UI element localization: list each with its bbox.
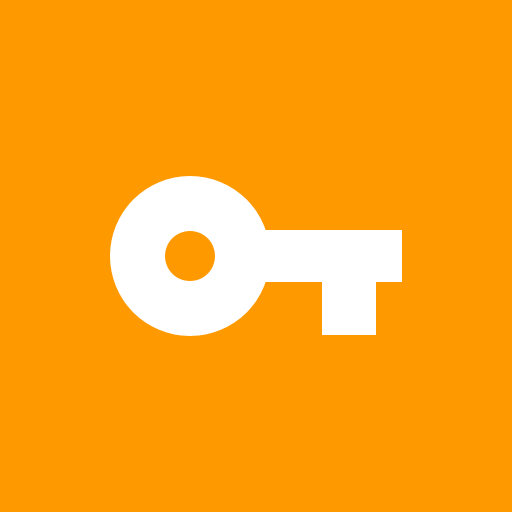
app-icon (0, 0, 512, 512)
key-bow (110, 176, 270, 336)
key-icon (110, 176, 402, 336)
